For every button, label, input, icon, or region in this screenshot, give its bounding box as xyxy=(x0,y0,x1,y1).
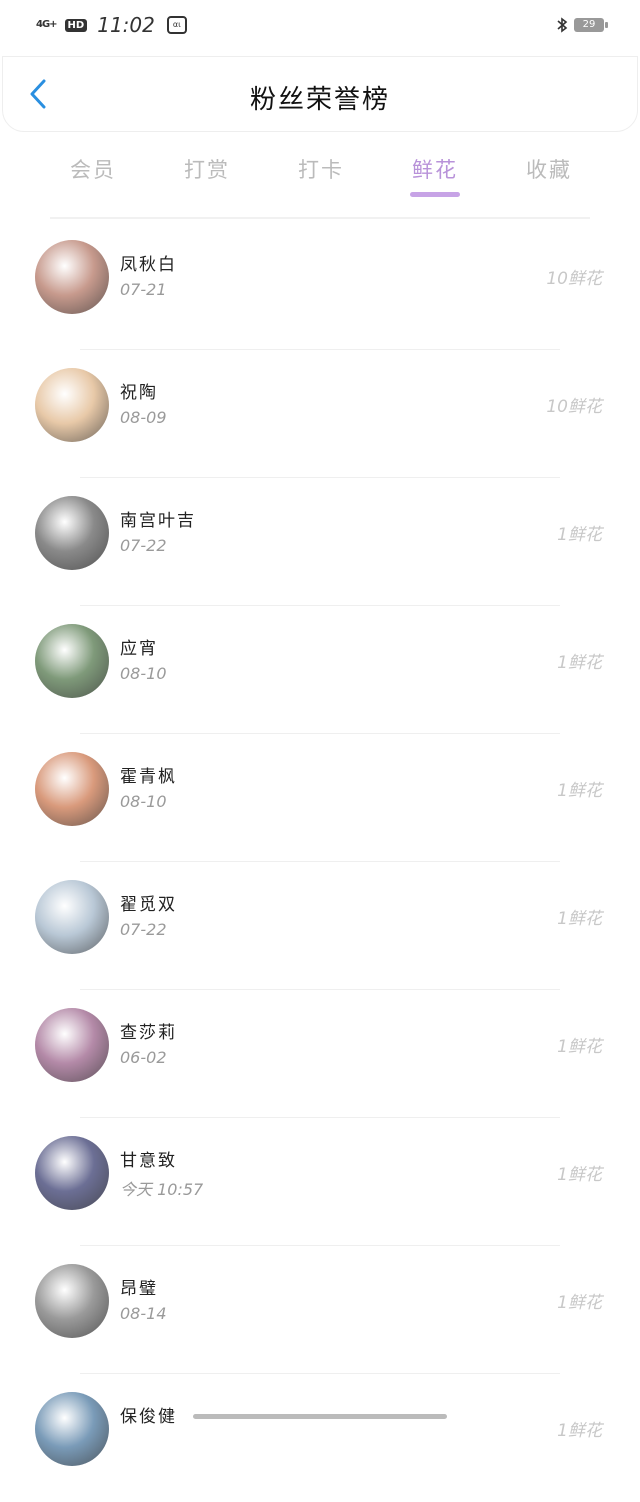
fan-date: 06-02 xyxy=(120,1048,167,1067)
list-item[interactable]: 保俊健 1鲜花 xyxy=(0,1374,640,1502)
fan-name: 甘意致 xyxy=(120,1151,177,1171)
list-item[interactable]: 南宫叶吉 07-22 1鲜花 xyxy=(0,478,640,606)
status-right: 29 xyxy=(556,17,608,33)
flower-count: 1鲜花 xyxy=(557,909,602,929)
fan-date: 08-14 xyxy=(120,1304,167,1323)
flower-count: 1鲜花 xyxy=(557,525,602,545)
app-notification-icon: αι xyxy=(166,16,187,34)
flower-count: 1鲜花 xyxy=(557,1165,602,1185)
list-item[interactable]: 翟觅双 07-22 1鲜花 xyxy=(0,862,640,990)
fan-name: 凤秋白 xyxy=(120,255,177,275)
fan-name: 保俊健 xyxy=(120,1407,177,1427)
fan-date: 07-22 xyxy=(120,536,167,555)
tab-label: 打卡 xyxy=(298,158,344,182)
fan-name: 南宫叶吉 xyxy=(120,511,196,531)
list-item[interactable]: 凤秋白 07-21 10鲜花 xyxy=(0,222,640,350)
page-title: 粉丝荣誉榜 xyxy=(249,85,390,115)
fan-date: 今天 10:57 xyxy=(120,1180,204,1199)
signal-icon: 4G+ xyxy=(36,19,58,30)
avatar[interactable] xyxy=(35,1136,109,1210)
fan-name: 霍青枫 xyxy=(120,767,177,787)
flower-count: 1鲜花 xyxy=(557,781,602,801)
list-item[interactable]: 甘意致 今天 10:57 1鲜花 xyxy=(0,1118,640,1246)
tab-label: 收藏 xyxy=(526,158,572,182)
tab-label: 会员 xyxy=(70,158,116,182)
flower-count: 10鲜花 xyxy=(546,397,602,417)
fan-date: 08-10 xyxy=(120,792,167,811)
hd-badge: HD xyxy=(64,18,88,32)
status-bar: 4G+ HD 11:02 αι 29 xyxy=(0,0,640,50)
home-indicator[interactable] xyxy=(193,1414,447,1419)
fan-name: 查莎莉 xyxy=(120,1023,177,1043)
avatar[interactable] xyxy=(35,496,109,570)
fan-date: 08-09 xyxy=(120,408,167,427)
battery-icon: 29 xyxy=(574,18,608,32)
fan-name: 祝陶 xyxy=(120,383,158,403)
flower-count: 1鲜花 xyxy=(557,1293,602,1313)
list-item[interactable]: 查莎莉 06-02 1鲜花 xyxy=(0,990,640,1118)
bluetooth-icon xyxy=(557,17,568,33)
avatar[interactable] xyxy=(35,1264,109,1338)
avatar[interactable] xyxy=(35,240,109,314)
header: 粉丝荣誉榜 xyxy=(2,56,638,132)
flower-count: 1鲜花 xyxy=(557,1421,602,1441)
divider xyxy=(50,217,590,219)
flower-count: 1鲜花 xyxy=(557,1037,602,1057)
fan-date: 08-10 xyxy=(120,664,167,683)
list-item[interactable]: 应宵 08-10 1鲜花 xyxy=(0,606,640,734)
flower-count: 10鲜花 xyxy=(546,269,602,289)
clock: 11:02 xyxy=(97,13,155,37)
status-left: 4G+ HD 11:02 αι xyxy=(36,13,187,37)
fan-name: 昂璧 xyxy=(120,1279,158,1299)
avatar[interactable] xyxy=(35,880,109,954)
active-tab-indicator xyxy=(410,192,460,197)
tab-members[interactable]: 会员 xyxy=(36,140,150,204)
avatar[interactable] xyxy=(35,624,109,698)
tab-checkin[interactable]: 打卡 xyxy=(264,140,378,204)
tab-rewards[interactable]: 打赏 xyxy=(150,140,264,204)
avatar[interactable] xyxy=(35,1008,109,1082)
tab-label: 鲜花 xyxy=(412,158,458,182)
fan-name: 翟觅双 xyxy=(120,895,177,915)
fan-list: 凤秋白 07-21 10鲜花 祝陶 08-09 10鲜花 南宫叶吉 07-22 … xyxy=(0,222,640,1502)
tab-label: 打赏 xyxy=(184,158,230,182)
tab-bar: 会员 打赏 打卡 鲜花 收藏 xyxy=(36,140,606,204)
list-item[interactable]: 霍青枫 08-10 1鲜花 xyxy=(0,734,640,862)
fan-date: 07-21 xyxy=(120,280,167,299)
avatar[interactable] xyxy=(35,752,109,826)
flower-count: 1鲜花 xyxy=(557,653,602,673)
avatar[interactable] xyxy=(35,1392,109,1466)
avatar[interactable] xyxy=(35,368,109,442)
tab-favorites[interactable]: 收藏 xyxy=(492,140,606,204)
list-item[interactable]: 昂璧 08-14 1鲜花 xyxy=(0,1246,640,1374)
fan-name: 应宵 xyxy=(120,639,158,659)
fan-date: 07-22 xyxy=(120,920,167,939)
tab-flowers[interactable]: 鲜花 xyxy=(378,140,492,204)
list-item[interactable]: 祝陶 08-09 10鲜花 xyxy=(0,350,640,478)
